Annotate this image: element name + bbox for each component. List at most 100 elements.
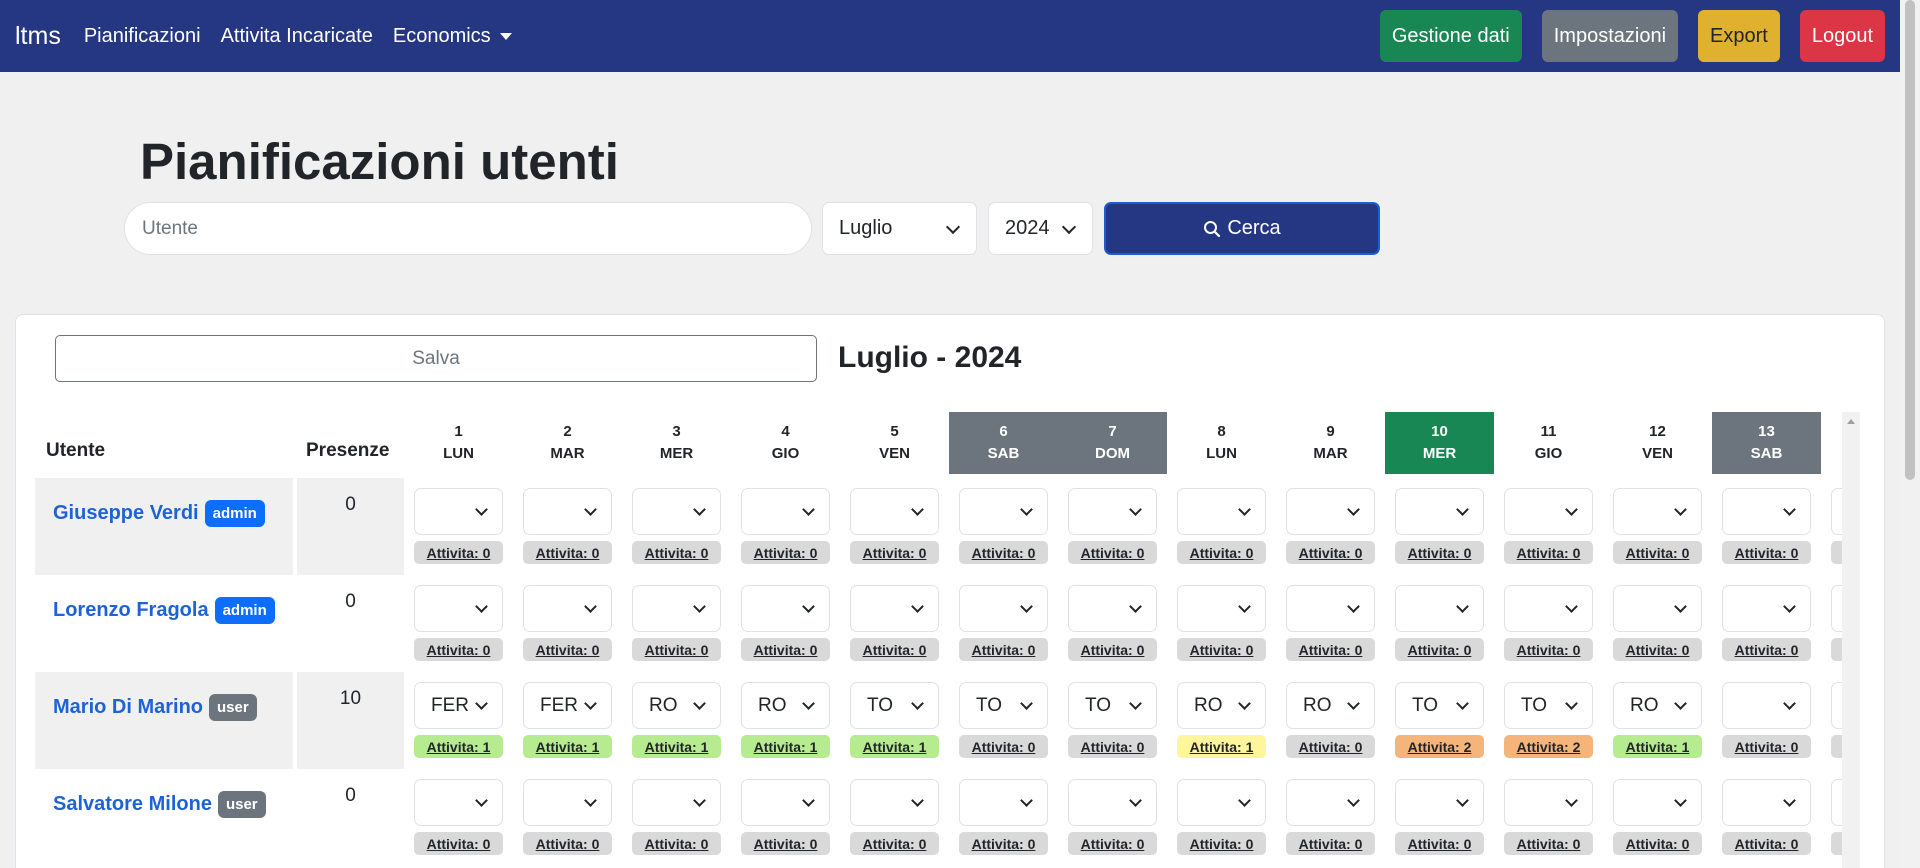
activity-select[interactable] [1068,488,1157,535]
activity-count-link[interactable]: Attivita: 0 [523,541,612,564]
user-name-link[interactable]: Salvatore Milone user [53,791,266,818]
activity-count-link[interactable]: Attivita: 0 [959,638,1048,661]
user-name-link[interactable]: Mario Di Marino user [53,694,257,721]
activity-count-link[interactable]: Attivita: 0 [1395,832,1484,855]
activity-count-link[interactable]: Attivita: 1 [523,735,612,758]
activity-count-link[interactable]: Attivita: 1 [632,735,721,758]
activity-select[interactable] [1831,585,1842,632]
activity-count-link[interactable]: Attivita: 1 [1177,735,1266,758]
activity-select[interactable] [632,779,721,826]
activity-select[interactable] [523,585,612,632]
activity-select[interactable]: TO [1068,682,1157,729]
export-button[interactable]: Export [1698,10,1780,62]
activity-count-link[interactable]: Attivita: 1 [741,735,830,758]
activity-select[interactable] [1286,585,1375,632]
gestione-dati-button[interactable]: Gestione dati [1379,10,1522,62]
activity-count-link[interactable]: Attivita: 0 [1613,638,1702,661]
activity-count-link[interactable]: Attivita: 0 [1831,541,1842,564]
activity-select[interactable]: FER [523,682,612,729]
activity-select[interactable] [523,488,612,535]
activity-count-link[interactable]: Attivita: 0 [1831,638,1842,661]
activity-count-link[interactable]: Attivita: 0 [1722,541,1811,564]
activity-select[interactable] [414,488,503,535]
activity-count-link[interactable]: Attivita: 0 [632,541,721,564]
table-scrollbar[interactable] [1842,412,1860,868]
activity-count-link[interactable]: Attivita: 0 [1722,832,1811,855]
activity-select[interactable] [1722,682,1811,729]
activity-select[interactable] [1504,585,1593,632]
activity-select[interactable] [741,488,830,535]
page-scrollbar-thumb[interactable] [1905,0,1915,480]
activity-select[interactable] [959,779,1048,826]
activity-count-link[interactable]: Attivita: 0 [1831,735,1842,758]
activity-count-link[interactable]: Attivita: 2 [1395,735,1484,758]
activity-count-link[interactable]: Attivita: 0 [632,638,721,661]
activity-select[interactable] [959,488,1048,535]
activity-count-link[interactable]: Attivita: 0 [1068,638,1157,661]
activity-count-link[interactable]: Attivita: 0 [959,541,1048,564]
activity-select[interactable]: RO [1177,682,1266,729]
brand-logo[interactable]: ltms [15,22,61,51]
activity-select[interactable] [1068,585,1157,632]
activity-select[interactable]: TO [1504,682,1593,729]
activity-select[interactable] [741,779,830,826]
user-search-input[interactable]: Utente [124,202,812,255]
save-button[interactable]: Salva [55,335,817,382]
activity-count-link[interactable]: Attivita: 0 [741,638,830,661]
activity-select[interactable] [850,779,939,826]
activity-count-link[interactable]: Attivita: 0 [1504,541,1593,564]
activity-select[interactable]: RO [1613,682,1702,729]
activity-count-link[interactable]: Attivita: 0 [414,638,503,661]
activity-select[interactable] [1722,488,1811,535]
activity-select[interactable]: RO [741,682,830,729]
activity-count-link[interactable]: Attivita: 1 [850,735,939,758]
activity-count-link[interactable]: Attivita: 0 [1068,832,1157,855]
activity-select[interactable] [1504,779,1593,826]
activity-count-link[interactable]: Attivita: 0 [1504,832,1593,855]
scroll-up-arrow-icon[interactable] [1847,419,1855,424]
activity-select[interactable] [1613,779,1702,826]
activity-count-link[interactable]: Attivita: 0 [959,832,1048,855]
year-select[interactable]: 2024 [988,202,1093,255]
activity-count-link[interactable]: Attivita: 0 [1286,735,1375,758]
activity-count-link[interactable]: Attivita: 0 [1177,638,1266,661]
activity-select[interactable] [1177,488,1266,535]
activity-select[interactable] [1831,779,1842,826]
activity-count-link[interactable]: Attivita: 0 [959,735,1048,758]
activity-count-link[interactable]: Attivita: 0 [1286,832,1375,855]
activity-count-link[interactable]: Attivita: 0 [1177,541,1266,564]
activity-select[interactable] [850,488,939,535]
page-scrollbar[interactable] [1900,0,1920,868]
activity-select[interactable] [1613,585,1702,632]
activity-count-link[interactable]: Attivita: 0 [523,638,612,661]
activity-count-link[interactable]: Attivita: 1 [414,735,503,758]
user-name-link[interactable]: Giuseppe Verdi admin [53,500,265,527]
nav-dropdown-economics[interactable]: Economics [393,25,512,48]
activity-count-link[interactable]: Attivita: 0 [523,832,612,855]
impostazioni-button[interactable]: Impostazioni [1541,10,1679,62]
activity-select[interactable]: RO [1286,682,1375,729]
activity-count-link[interactable]: Attivita: 0 [1722,735,1811,758]
activity-select[interactable] [414,779,503,826]
activity-count-link[interactable]: Attivita: 0 [414,832,503,855]
activity-select[interactable] [959,585,1048,632]
month-select[interactable]: Luglio [822,202,977,255]
activity-count-link[interactable]: Attivita: 0 [1831,832,1842,855]
activity-select[interactable] [741,585,830,632]
nav-link-pianificazioni[interactable]: Pianificazioni [84,25,201,48]
activity-select[interactable] [1068,779,1157,826]
search-button[interactable]: Cerca [1104,202,1380,255]
activity-select[interactable] [1286,779,1375,826]
activity-select[interactable] [1395,488,1484,535]
activity-select[interactable] [1722,585,1811,632]
activity-count-link[interactable]: Attivita: 0 [1613,541,1702,564]
activity-select[interactable] [632,488,721,535]
activity-count-link[interactable]: Attivita: 0 [1613,832,1702,855]
activity-count-link[interactable]: Attivita: 0 [1722,638,1811,661]
activity-select[interactable] [523,779,612,826]
activity-count-link[interactable]: Attivita: 0 [850,638,939,661]
activity-select[interactable] [1722,779,1811,826]
activity-select[interactable] [1831,488,1842,535]
activity-select[interactable] [1613,488,1702,535]
activity-count-link[interactable]: Attivita: 0 [741,541,830,564]
